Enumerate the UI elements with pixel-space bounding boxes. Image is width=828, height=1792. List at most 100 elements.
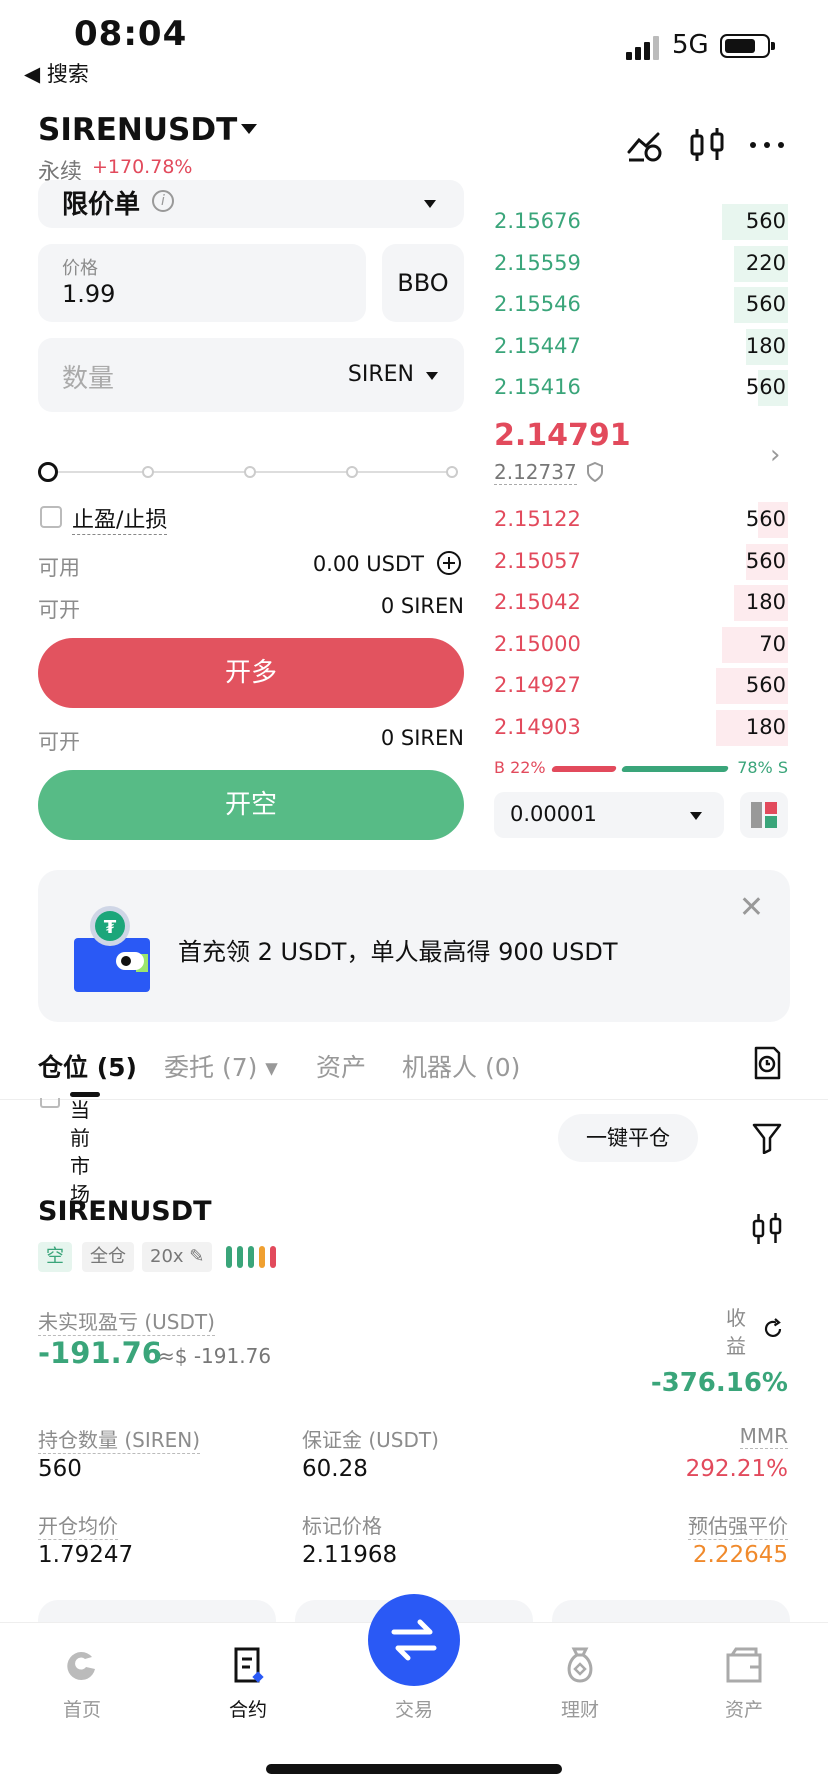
bbo-button[interactable]: BBO (382, 244, 464, 322)
quantity-slider[interactable] (38, 460, 464, 484)
current-market-label[interactable]: 当前市场 (70, 1096, 94, 1208)
chevron-right-icon[interactable]: › (770, 440, 780, 470)
price-change-percent: +170.78% (92, 156, 193, 178)
order-book-qty: 220 (745, 250, 786, 275)
slider-handle[interactable] (38, 462, 58, 482)
order-book-row[interactable]: 2.15416 560 (490, 368, 788, 408)
battery-icon (720, 34, 775, 58)
order-type-select[interactable]: 限价单 i (38, 180, 464, 228)
order-book-qty: 560 (745, 292, 786, 316)
order-book-row[interactable]: 2.14903 180 (490, 708, 788, 748)
chevron-down-icon (690, 812, 702, 820)
leverage-tag[interactable]: 20x ✎ (142, 1242, 213, 1272)
candlestick-icon[interactable] (752, 1212, 782, 1246)
tab-bots[interactable]: 机器人 (0) (402, 1048, 520, 1084)
add-circle-icon[interactable] (436, 550, 462, 576)
close-all-button[interactable]: 一键平仓 (558, 1114, 698, 1162)
layout-icon (751, 802, 777, 828)
promo-banner[interactable]: ₮ 首充领 2 USDT，单人最高得 900 USDT ✕ (38, 870, 790, 1022)
position-symbol[interactable]: SIRENUSDT (38, 1196, 212, 1227)
nav-assets[interactable]: 资产 (694, 1645, 794, 1722)
svg-text:₮: ₮ (104, 917, 117, 938)
can-open-short-label: 可开 (38, 730, 80, 754)
chevron-down-icon[interactable] (241, 124, 257, 134)
can-open-long-value: 0 SIREN (380, 594, 464, 618)
book-layout-button[interactable] (740, 792, 788, 838)
last-price: 2.14791 (494, 418, 631, 453)
candlestick-icon[interactable] (688, 126, 726, 164)
order-book-row[interactable]: 2.15559 220 (490, 244, 788, 284)
order-book-row[interactable]: 2.14927 560 (490, 666, 788, 706)
nav-label: 资产 (724, 1699, 763, 1721)
chevron-down-icon (426, 372, 438, 380)
mark-price: 2.12737 (494, 460, 577, 485)
order-book-price: 2.15000 (494, 631, 581, 656)
entry-price-label: 开仓均价 (38, 1510, 118, 1540)
liquidation-price-label: 预估强平价 (688, 1510, 788, 1540)
order-book-row[interactable]: 2.15057 560 (490, 542, 788, 582)
liquidation-price-value: 2.22645 (692, 1542, 788, 1568)
can-open-short-value: 0 SIREN (380, 726, 464, 750)
order-book-qty: 560 (745, 209, 786, 233)
order-book-price: 2.15676 (494, 209, 581, 233)
order-book-price: 2.15546 (494, 292, 581, 316)
nav-label: 理财 (560, 1699, 599, 1721)
order-book-qty: 560 (745, 375, 786, 399)
nav-contract[interactable]: 合约 (198, 1645, 298, 1722)
back-to-search-link[interactable]: ◀ 搜索 (24, 58, 89, 88)
symbol-selector[interactable]: SIRENUSDT (38, 112, 237, 148)
price-input[interactable]: 价格 1.99 (38, 244, 366, 322)
buy-sell-ratio: B 22% 78% S (494, 758, 788, 780)
status-bar: 08:04 ◀ 搜索 5G (0, 0, 828, 100)
refresh-icon[interactable] (762, 1318, 784, 1340)
unrealized-pnl-value: -191.76 (38, 1336, 162, 1370)
order-book-row[interactable]: 2.15447 180 (490, 327, 788, 367)
tpsl-checkbox[interactable] (40, 506, 62, 528)
risk-bar (248, 1246, 254, 1268)
risk-bar (226, 1246, 232, 1268)
close-icon[interactable]: ✕ (739, 890, 764, 925)
order-book-row[interactable]: 2.15676 560 (490, 202, 788, 242)
order-book-price: 2.14903 (494, 714, 581, 739)
order-book-row[interactable]: 2.15042 180 (490, 583, 788, 623)
earn-icon (567, 1647, 593, 1683)
order-book-row[interactable]: 2.15546 560 (490, 285, 788, 325)
open-short-button[interactable]: 开空 (38, 770, 464, 840)
nav-home[interactable]: 首页 (32, 1645, 132, 1722)
home-indicator (266, 1764, 562, 1774)
filter-icon[interactable] (752, 1122, 782, 1154)
order-book-qty: 180 (745, 333, 786, 358)
nav-label: 首页 (62, 1699, 101, 1721)
price-value[interactable]: 1.99 (62, 280, 115, 308)
order-book-price: 2.15122 (494, 507, 581, 531)
open-long-button[interactable]: 开多 (38, 638, 464, 708)
more-icon[interactable] (748, 126, 786, 164)
order-book-qty: 180 (745, 714, 786, 739)
quantity-input[interactable]: 数量 SIREN (38, 338, 464, 412)
price-label: 价格 (62, 258, 98, 279)
risk-level-indicator (226, 1246, 282, 1268)
tab-assets[interactable]: 资产 (316, 1048, 366, 1084)
trade-swap-button[interactable] (368, 1594, 460, 1686)
position-size-value: 560 (38, 1456, 82, 1482)
tab-positions[interactable]: 仓位 (5) (38, 1048, 137, 1084)
order-book-row[interactable]: 2.15000 70 (490, 625, 788, 665)
signal-icon (626, 36, 659, 60)
current-market-checkbox[interactable] (40, 1098, 60, 1108)
wallet-usdt-icon: ₮ (74, 906, 150, 992)
order-book-qty: 560 (745, 507, 786, 531)
history-icon[interactable] (752, 1046, 782, 1080)
info-icon[interactable]: i (152, 190, 174, 212)
order-book-row[interactable]: 2.15122 560 (490, 500, 788, 540)
available-label: 可用 (38, 556, 80, 580)
precision-select[interactable]: 0.00001 (494, 792, 724, 838)
mmr-label: MMR (739, 1424, 788, 1449)
position-tabs: 仓位 (5) 委托 (7) ▾ 资产 机器人 (0) (0, 1040, 828, 1100)
quantity-unit-select[interactable]: SIREN (348, 362, 414, 387)
nav-earn[interactable]: 理财 (530, 1645, 630, 1722)
indicator-icon[interactable] (626, 126, 664, 164)
tpsl-label[interactable]: 止盈/止损 (72, 502, 168, 535)
tab-orders[interactable]: 委托 (7) ▾ (164, 1048, 278, 1084)
risk-bar (270, 1246, 276, 1268)
order-book-price: 2.15447 (494, 333, 581, 358)
